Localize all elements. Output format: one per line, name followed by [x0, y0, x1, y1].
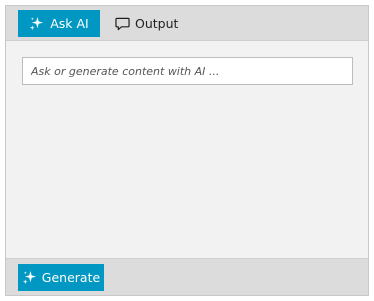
prompt-input[interactable] — [22, 57, 353, 85]
sparkle-icon — [22, 270, 37, 285]
ai-assistant-panel: Ask AI Output Generate — [5, 5, 369, 296]
tab-output[interactable]: Output — [110, 10, 182, 37]
comment-icon — [115, 17, 130, 31]
footer-toolbar: Generate — [6, 258, 368, 295]
sparkle-icon — [29, 16, 44, 31]
tab-bar: Ask AI Output — [6, 6, 368, 41]
tab-ask-ai[interactable]: Ask AI — [18, 10, 100, 37]
generate-button-label: Generate — [41, 270, 101, 285]
tab-output-label: Output — [135, 16, 179, 31]
generate-button[interactable]: Generate — [18, 264, 104, 291]
tab-ask-ai-label: Ask AI — [50, 16, 89, 31]
